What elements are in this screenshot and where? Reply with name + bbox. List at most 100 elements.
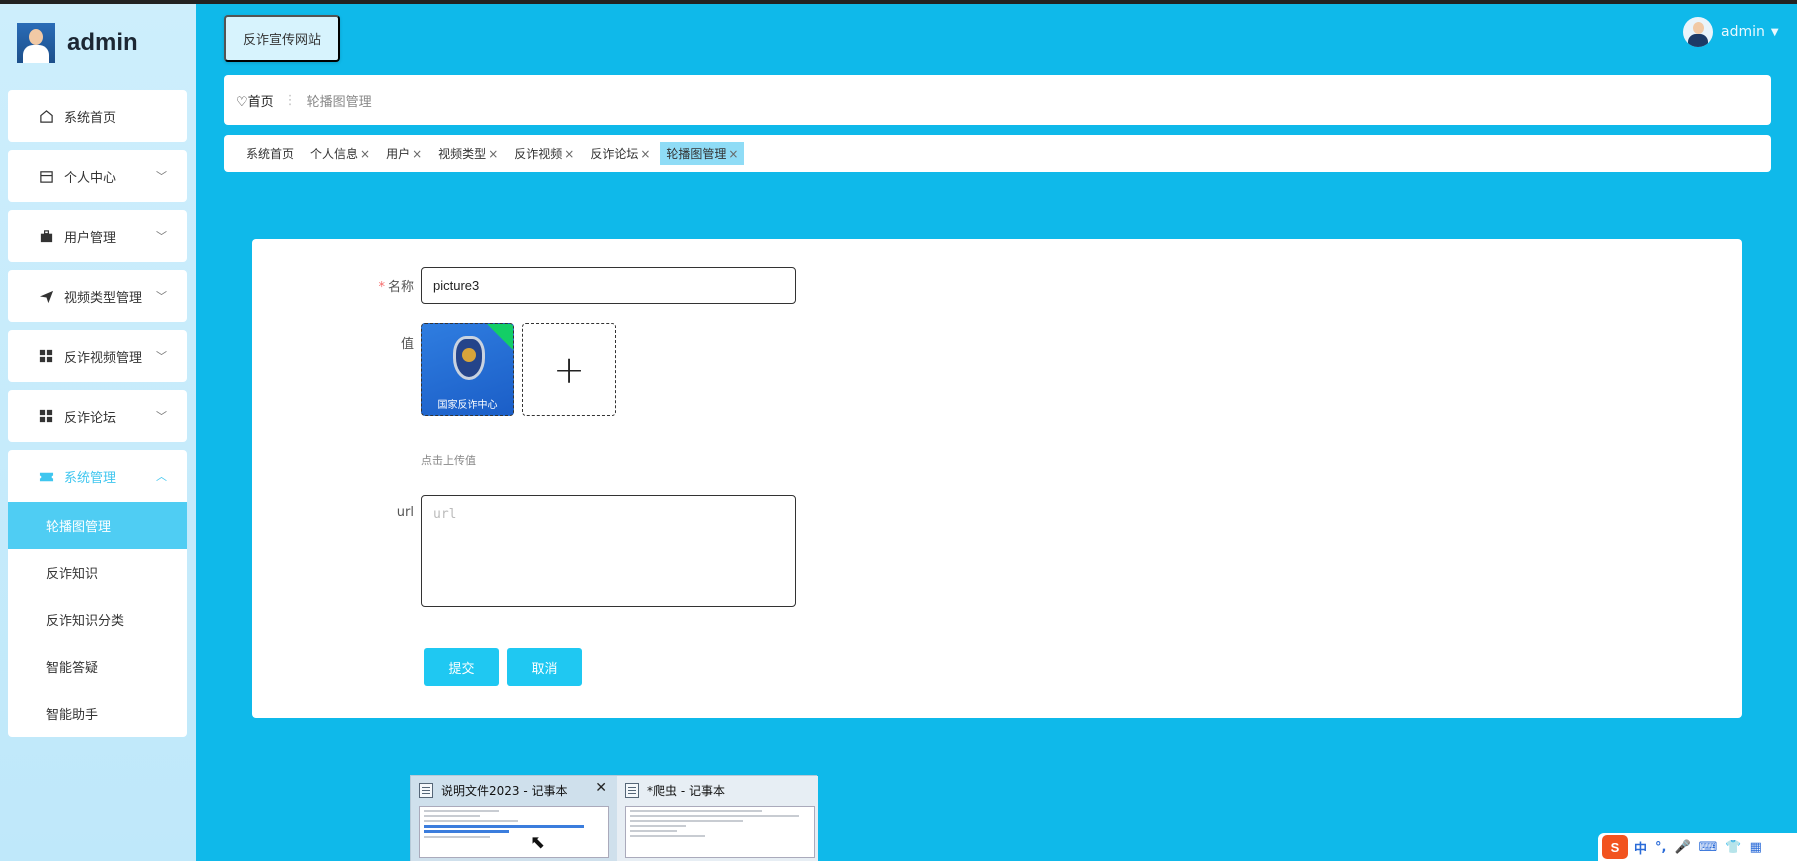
- tab-label: 反诈论坛: [590, 147, 639, 161]
- cancel-button[interactable]: 取消: [507, 648, 582, 686]
- sidebar-menu: 系统首页 个人中心 ﹀ 用户管理 ﹀ 视频类型管理 ﹀ 反诈视频管理 ﹀ 反诈论…: [8, 90, 187, 502]
- user-name: admin: [1721, 24, 1765, 40]
- tab-video-types[interactable]: 视频类型 ×: [432, 142, 504, 165]
- tab-label: 视频类型: [438, 147, 487, 161]
- briefcase-icon: [38, 228, 54, 244]
- sidebar-submenu-system: 轮播图管理 反诈知识 反诈知识分类 智能答疑 智能助手: [8, 502, 187, 737]
- user-menu[interactable]: admin ▼: [1683, 17, 1779, 47]
- sidebar: admin 系统首页 个人中心 ﹀ 用户管理 ﹀ 视频类型管理 ﹀ 反诈视频管理…: [0, 4, 196, 861]
- keyboard-icon[interactable]: ⌨: [1699, 840, 1718, 855]
- taskbar-preview: 说明文件2023 - 记事本 ✕ *爬虫 - 记事本: [410, 775, 818, 861]
- value-label: 值: [400, 337, 414, 352]
- sidebar-item-users[interactable]: 用户管理 ﹀: [8, 210, 187, 262]
- avatar: [1683, 17, 1713, 47]
- chevron-down-icon: ﹀: [156, 290, 167, 303]
- grid-icon: [38, 348, 54, 364]
- uploaded-image[interactable]: 国家反诈中心: [421, 323, 514, 416]
- close-icon[interactable]: ×: [412, 147, 422, 161]
- sidebar-item-label: 视频类型管理: [64, 290, 143, 306]
- close-icon[interactable]: ×: [728, 147, 738, 161]
- sidebar-item-videos[interactable]: 反诈视频管理 ﹀: [8, 330, 187, 382]
- tab-profile[interactable]: 个人信息 ×: [304, 142, 376, 165]
- sidebar-subitem-knowledge[interactable]: 反诈知识: [8, 549, 187, 596]
- home-icon: [38, 108, 54, 124]
- plus-icon: +: [553, 347, 585, 392]
- toolbox-icon[interactable]: ▦: [1750, 840, 1762, 855]
- sidebar-item-personal[interactable]: 个人中心 ﹀: [8, 150, 187, 202]
- notepad-icon: [625, 783, 639, 798]
- sidebar-item-system[interactable]: 系统管理 ︿: [8, 450, 187, 502]
- tab-forum[interactable]: 反诈论坛 ×: [584, 142, 656, 165]
- url-input[interactable]: [421, 495, 796, 607]
- preview-thumbnail: [419, 806, 609, 858]
- close-icon[interactable]: ✕: [595, 780, 607, 796]
- name-input[interactable]: [421, 267, 796, 304]
- sidebar-subitem-qa[interactable]: 智能答疑: [8, 643, 187, 690]
- site-link-button[interactable]: 反诈宣传网站: [224, 15, 340, 62]
- chevron-down-icon: ﹀: [156, 230, 167, 243]
- chevron-down-icon: ﹀: [156, 410, 167, 423]
- notepad-icon: [419, 783, 433, 798]
- upload-add-button[interactable]: +: [522, 323, 616, 416]
- breadcrumb: ♡首页 ⋮ 轮播图管理: [224, 75, 1771, 125]
- preview-window-left[interactable]: 说明文件2023 - 记事本 ✕: [411, 776, 617, 861]
- name-label: * 名称: [378, 280, 414, 295]
- breadcrumb-home[interactable]: ♡首页: [236, 91, 274, 110]
- breadcrumb-current: 轮播图管理: [306, 94, 372, 110]
- top-strip: [0, 0, 1797, 4]
- chevron-down-icon: ﹀: [156, 350, 167, 363]
- sidebar-item-video-types[interactable]: 视频类型管理 ﹀: [8, 270, 187, 322]
- sidebar-subitem-knowledge-category[interactable]: 反诈知识分类: [8, 596, 187, 643]
- sidebar-item-label: 反诈视频管理: [64, 350, 143, 366]
- close-icon[interactable]: ×: [564, 147, 574, 161]
- tab-carousel[interactable]: 轮播图管理 ×: [660, 142, 745, 165]
- required-mark: *: [378, 280, 385, 295]
- ime-toolbar[interactable]: S 中 °, 🎤 ⌨ 👕 ▦: [1598, 833, 1797, 861]
- grid-icon: [38, 408, 54, 424]
- tab-label: 反诈视频: [514, 147, 563, 161]
- brand-avatar: [17, 23, 55, 63]
- preview-title: 说明文件2023 - 记事本: [441, 784, 568, 798]
- sidebar-subitem-assistant[interactable]: 智能助手: [8, 690, 187, 737]
- tab-label: 用户: [386, 147, 411, 161]
- brand: admin: [17, 22, 138, 64]
- send-icon: [38, 288, 54, 304]
- sidebar-item-forum[interactable]: 反诈论坛 ﹀: [8, 390, 187, 442]
- sidebar-item-label: 反诈论坛: [64, 410, 117, 426]
- chevron-down-icon: ﹀: [156, 170, 167, 183]
- tab-videos[interactable]: 反诈视频 ×: [508, 142, 580, 165]
- close-icon[interactable]: ×: [640, 147, 650, 161]
- ime-mode[interactable]: 中: [1634, 838, 1647, 857]
- tab-label: 轮播图管理: [666, 147, 727, 161]
- breadcrumb-home-label: 首页: [247, 94, 274, 110]
- sogou-logo-icon: S: [1602, 835, 1628, 859]
- microphone-icon[interactable]: 🎤: [1674, 840, 1690, 855]
- sidebar-item-home[interactable]: 系统首页: [8, 90, 187, 142]
- heart-icon: ♡: [236, 94, 248, 110]
- sidebar-subitem-carousel[interactable]: 轮播图管理: [8, 502, 187, 549]
- breadcrumb-separator: ⋮: [283, 92, 297, 108]
- tab-users[interactable]: 用户 ×: [380, 142, 428, 165]
- mouse-cursor-icon: ⬉: [530, 832, 546, 853]
- ticket-icon: [38, 468, 54, 484]
- success-badge: [487, 324, 513, 350]
- calendar-icon: [38, 168, 54, 184]
- brand-title: admin: [67, 29, 138, 56]
- preview-title: *爬虫 - 记事本: [647, 784, 725, 798]
- tab-home[interactable]: 系统首页: [240, 142, 300, 165]
- caret-down-icon: ▼: [1770, 26, 1779, 38]
- close-icon[interactable]: ×: [360, 147, 370, 161]
- chevron-up-icon: ︿: [156, 470, 167, 483]
- tab-label: 系统首页: [246, 147, 295, 161]
- form-card: *名称 值 国家反诈中心 + 点击上传值 url 提交 取消: [252, 239, 1742, 718]
- sidebar-item-label: 用户管理: [64, 230, 117, 246]
- preview-window-right[interactable]: *爬虫 - 记事本: [617, 776, 818, 861]
- ime-punctuation[interactable]: °,: [1655, 840, 1666, 855]
- submit-button[interactable]: 提交: [424, 648, 499, 686]
- tab-bar: 系统首页 个人信息 × 用户 × 视频类型 × 反诈视频 × 反诈论坛 × 轮播图管理 ×: [224, 135, 1771, 172]
- upload-hint: 点击上传值: [421, 454, 476, 467]
- close-icon[interactable]: ×: [488, 147, 498, 161]
- tab-label: 个人信息: [310, 147, 359, 161]
- url-label: url: [396, 505, 414, 520]
- skin-icon[interactable]: 👕: [1725, 840, 1741, 855]
